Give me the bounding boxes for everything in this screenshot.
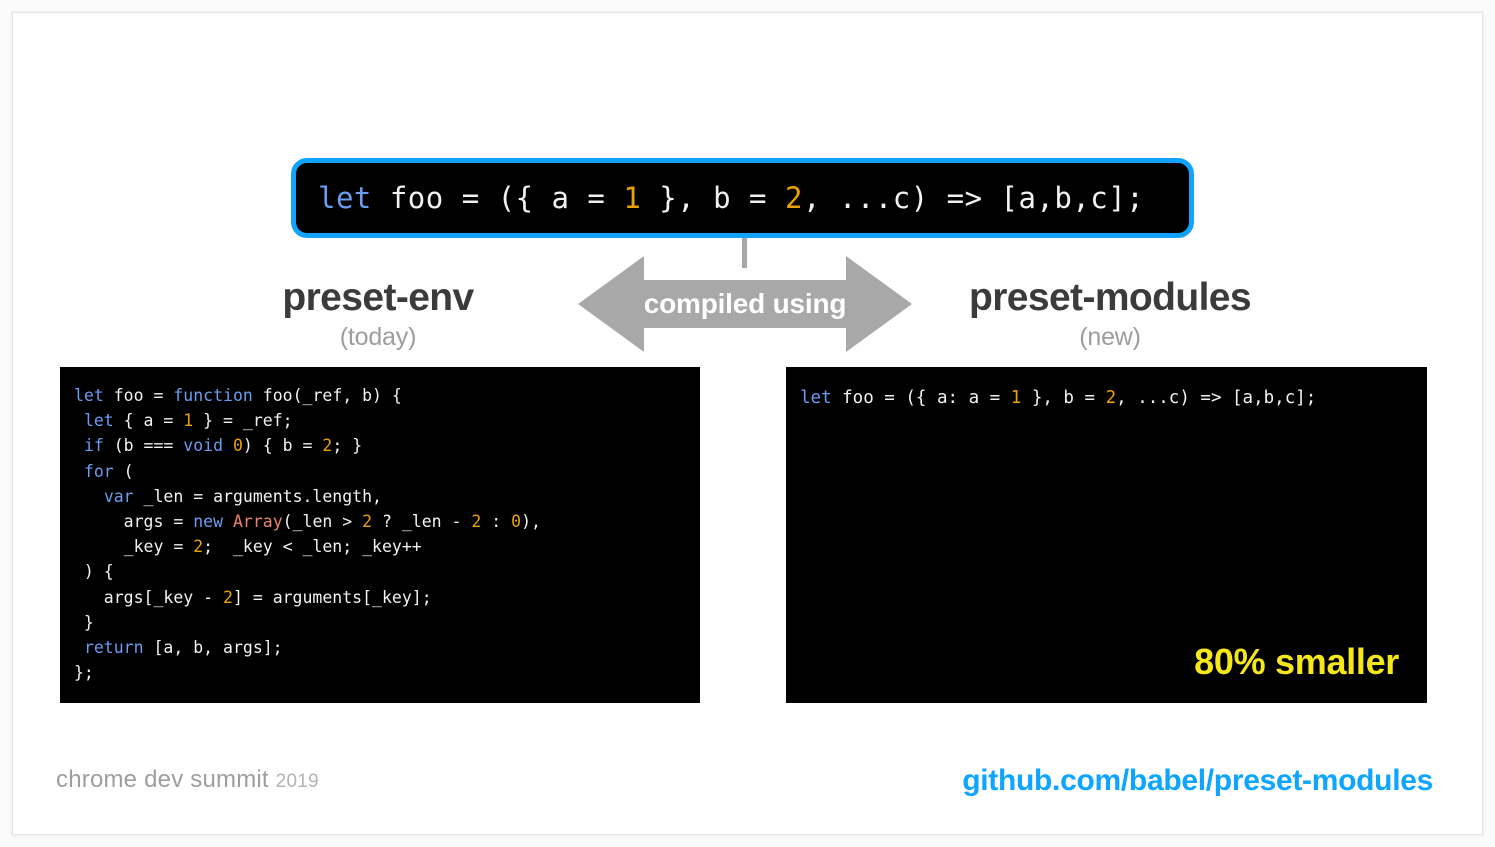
code-token: ( xyxy=(113,461,134,481)
code-token: _len = arguments.length, xyxy=(133,486,382,506)
footer-brand-year: 2019 xyxy=(275,771,319,792)
code-line: let foo = ({ a: a = 1 }, b = 2, ...c) =>… xyxy=(800,388,1316,408)
output-code-panel-preset-env: let foo = function foo(_ref, b) { let { … xyxy=(60,367,700,703)
code-token: ), xyxy=(521,512,541,532)
code-line: } xyxy=(74,613,94,632)
code-token: : xyxy=(481,512,512,532)
code-line: var _len = arguments.length, xyxy=(74,487,382,506)
code-token: 2 xyxy=(223,587,233,607)
code-line: args = new Array(_len > 2 ? _len - 2 : 0… xyxy=(74,512,541,531)
code-token: var xyxy=(103,486,134,506)
code-token: ; } xyxy=(332,436,363,456)
column-title: preset-env xyxy=(282,276,474,319)
code-line: let { a = 1 } = _ref; xyxy=(74,411,293,430)
code-token: return xyxy=(83,638,144,658)
code-token: } = _ref; xyxy=(193,411,293,431)
code-token: let xyxy=(800,388,832,408)
code-token: foo = ({ a = xyxy=(371,181,624,215)
repo-link[interactable]: github.com/babel/preset-modules xyxy=(962,764,1433,798)
code-token: 1 xyxy=(1010,388,1022,408)
footer-brand: chrome dev summit 2019 xyxy=(56,766,319,794)
code-token: function xyxy=(173,386,253,405)
code-token: 1 xyxy=(623,181,642,215)
code-line: return [a, b, args]; xyxy=(74,638,283,657)
column-subtitle: (today) xyxy=(339,322,417,351)
code-line: for ( xyxy=(74,462,134,481)
code-token: ] = arguments[_key]; xyxy=(232,587,432,607)
code-token: 1 xyxy=(183,411,194,431)
code-token: (_len > xyxy=(282,512,363,532)
code-token: foo = ({ a: a = xyxy=(831,388,1011,408)
code-token: , ...c) => [a,b,c]; xyxy=(1116,388,1317,408)
code-token: void xyxy=(183,436,224,456)
size-reduction-badge: 80% smaller xyxy=(1194,641,1399,682)
code-token: new xyxy=(193,512,224,532)
code-token: ? _len - xyxy=(372,512,472,532)
code-token: ) { b = xyxy=(242,436,323,456)
code-token: 2 xyxy=(471,512,482,532)
code-token: let xyxy=(74,386,104,405)
code-token: }; xyxy=(74,663,94,683)
source-code-line: let foo = ({ a = 1 }, b = 2, ...c) => [a… xyxy=(318,181,1144,215)
code-line: _key = 2; _key < _len; _key++ xyxy=(74,537,422,556)
code-line: if (b === void 0) { b = 2; } xyxy=(74,436,362,455)
column-heading-preset-env: preset-env (today) xyxy=(188,276,568,352)
code-token: 2 xyxy=(1105,388,1117,408)
code-token: 2 xyxy=(362,512,373,532)
code-token: (b === xyxy=(103,436,184,456)
footer-brand-name: chrome dev summit xyxy=(56,766,269,793)
column-title: preset-modules xyxy=(968,276,1252,319)
code-line: }; xyxy=(74,663,94,682)
code-token: foo = xyxy=(103,386,174,405)
compiled-using-arrow: compiled using xyxy=(578,254,912,354)
code-block: let foo = function foo(_ref, b) { let { … xyxy=(74,383,686,685)
code-token: } xyxy=(74,612,94,632)
code-line: let foo = function foo(_ref, b) { xyxy=(74,386,402,405)
code-token: }, b = xyxy=(1021,388,1106,408)
column-heading-preset-modules: preset-modules (new) xyxy=(920,276,1300,352)
code-token: ) { xyxy=(74,562,114,582)
code-token: args[_key - xyxy=(74,587,224,607)
code-token: , ...c) => [a,b,c]; xyxy=(802,181,1145,215)
code-token: { a = xyxy=(113,411,184,431)
slide-root: let foo = ({ a = 1 }, b = 2, ...c) => [a… xyxy=(0,0,1495,847)
code-token: 0 xyxy=(511,512,522,532)
code-token: 2 xyxy=(784,181,803,215)
source-code-box: let foo = ({ a = 1 }, b = 2, ...c) => [a… xyxy=(291,158,1194,238)
code-token: [a, b, args]; xyxy=(143,638,283,658)
code-token: 2 xyxy=(322,436,333,456)
output-code-panel-preset-modules: let foo = ({ a: a = 1 }, b = 2, ...c) =>… xyxy=(786,367,1427,703)
code-line: args[_key - 2] = arguments[_key]; xyxy=(74,588,432,607)
code-token: for xyxy=(83,461,114,481)
code-token: _key = xyxy=(74,537,194,557)
code-block: let foo = ({ a: a = 1 }, b = 2, ...c) =>… xyxy=(800,385,1413,411)
code-token: ; _key < _len; _key++ xyxy=(203,537,422,557)
code-token: if xyxy=(83,436,104,456)
code-token: let xyxy=(318,181,372,215)
code-line: ) { xyxy=(74,562,114,581)
code-token: 2 xyxy=(193,537,204,557)
column-subtitle: (new) xyxy=(1079,322,1141,351)
code-token: foo(_ref, b) { xyxy=(252,386,402,405)
code-token: 0 xyxy=(232,436,243,456)
code-token: }, b = xyxy=(641,181,785,215)
code-token: let xyxy=(83,411,114,431)
code-token: args = xyxy=(74,512,194,532)
double-arrow-icon xyxy=(578,256,912,352)
code-token: Array xyxy=(232,512,283,532)
